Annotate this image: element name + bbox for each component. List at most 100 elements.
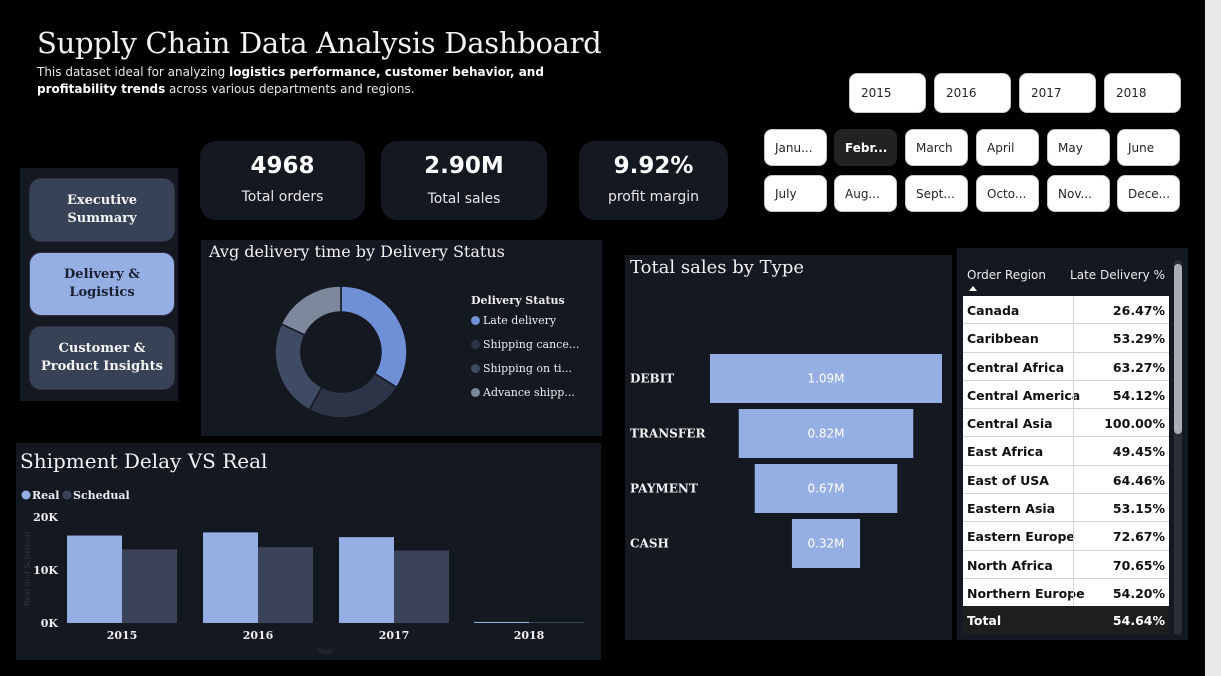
table-row[interactable]: Eastern Asia 53.15% xyxy=(963,494,1169,523)
year-filter-2018[interactable]: 2018 xyxy=(1104,73,1181,113)
cell-late-delivery-pct: 49.45% xyxy=(1112,444,1165,460)
kpi-value: 2.90M xyxy=(424,153,504,179)
page-navigation: Executive Summary Delivery & Logistics C… xyxy=(20,168,178,401)
total-label: Total xyxy=(967,613,1002,628)
funnel-category-label: TRANSFER xyxy=(630,427,707,441)
table-row[interactable]: Eastern Europe 72.67% xyxy=(963,522,1169,551)
column-divider xyxy=(1073,409,1074,437)
nav-executive-summary-button[interactable]: Executive Summary xyxy=(29,178,175,242)
table-scrollbar[interactable] xyxy=(1174,260,1182,635)
x-tick-label: 2018 xyxy=(514,629,545,642)
cell-order-region: East Africa xyxy=(967,444,1044,460)
bar-schedual-2016[interactable] xyxy=(258,547,313,623)
bar-schedual-2015[interactable] xyxy=(122,549,177,623)
bar-real-2017[interactable] xyxy=(339,537,394,623)
cell-order-region: North Africa xyxy=(967,557,1053,573)
funnel-value-label: 0.82M xyxy=(807,427,844,441)
cell-late-delivery-pct: 53.15% xyxy=(1112,501,1165,517)
month-filter-august[interactable]: Aug... xyxy=(834,175,897,212)
month-filter-november[interactable]: Nov... xyxy=(1047,175,1110,212)
year-filter-2017[interactable]: 2017 xyxy=(1019,73,1096,113)
month-filter-april[interactable]: April xyxy=(976,129,1039,166)
bar-real-2018[interactable] xyxy=(474,621,529,623)
table-total-row: Total 54.64% xyxy=(963,606,1169,634)
x-axis-label: Year xyxy=(317,647,336,656)
month-filter-june[interactable]: June xyxy=(1117,129,1180,166)
month-filter-january[interactable]: Janu... xyxy=(764,129,827,166)
legend-dot xyxy=(471,364,480,373)
page-title: Supply Chain Data Analysis Dashboard xyxy=(37,26,602,60)
donut-slice-3[interactable] xyxy=(274,322,323,411)
cell-order-region: Caribbean xyxy=(967,331,1039,347)
table-row[interactable]: Central America 54.12% xyxy=(963,380,1169,410)
table-header: Order Region Late Delivery % xyxy=(963,260,1169,296)
month-filter-september[interactable]: Sept... xyxy=(905,175,968,212)
bar-schedual-2017[interactable] xyxy=(394,550,449,623)
table-row[interactable]: Canada 26.47% xyxy=(963,296,1169,325)
table-row[interactable]: North Africa 70.65% xyxy=(963,550,1169,579)
x-tick-label: 2016 xyxy=(243,629,274,642)
month-filter-march[interactable]: March xyxy=(905,129,968,166)
table-row[interactable]: Central Africa 63.27% xyxy=(963,352,1169,381)
donut-slice-2[interactable] xyxy=(308,372,398,419)
cell-late-delivery-pct: 70.65% xyxy=(1112,557,1165,573)
cell-order-region: Canada xyxy=(967,303,1020,318)
table-row[interactable]: East Africa 49.45% xyxy=(963,437,1169,466)
legend-dot-schedual xyxy=(62,490,72,500)
cell-late-delivery-pct: 63.27% xyxy=(1112,359,1165,375)
legend-dot xyxy=(471,388,480,397)
kpi-label: Total orders xyxy=(241,189,324,205)
cell-order-region: Central America xyxy=(967,387,1081,403)
cell-late-delivery-pct: 54.20% xyxy=(1112,585,1165,601)
kpi-value: 9.92% xyxy=(613,153,694,179)
bar-real-2016[interactable] xyxy=(203,532,258,623)
y-tick-label: 20K xyxy=(33,511,58,524)
table-row[interactable]: Central Asia 100.00% xyxy=(963,409,1169,438)
column-header-late-delivery[interactable]: Late Delivery % xyxy=(1070,268,1165,282)
table-row[interactable]: Northern Europe 54.20% xyxy=(963,578,1169,608)
cell-late-delivery-pct: 100.00% xyxy=(1104,416,1165,432)
x-tick-label: 2015 xyxy=(107,629,138,642)
funnel-value-label: 0.32M xyxy=(807,537,844,551)
bar-schedual-2018[interactable] xyxy=(529,622,584,623)
donut-slice-1[interactable] xyxy=(340,285,408,389)
funnel-value-label: 0.67M xyxy=(807,482,844,496)
kpi-label: profit margin xyxy=(607,189,700,205)
column-header-order-region[interactable]: Order Region xyxy=(967,268,1046,282)
legend-late-delivery[interactable]: Late delivery xyxy=(471,314,556,327)
cell-order-region: Central Africa xyxy=(967,359,1065,375)
nav-delivery-logistics-button[interactable]: Delivery & Logistics xyxy=(29,252,175,316)
month-filter-july[interactable]: July xyxy=(764,175,827,212)
column-divider xyxy=(1073,550,1074,578)
legend-shipping-canceled[interactable]: Shipping cance... xyxy=(471,338,579,351)
cell-late-delivery-pct: 53.29% xyxy=(1112,331,1165,347)
donut-slice-4[interactable] xyxy=(280,285,342,336)
cell-order-region: Eastern Europe xyxy=(967,529,1075,545)
table-row[interactable]: East of USA 64.46% xyxy=(963,465,1169,495)
column-divider xyxy=(1073,494,1074,522)
table-row[interactable]: Caribbean 53.29% xyxy=(963,324,1169,353)
kpi-label: Total sales xyxy=(427,191,501,207)
legend-dot-real xyxy=(21,490,31,500)
month-filter-february[interactable]: Febr... xyxy=(834,129,897,166)
total-value: 54.64% xyxy=(1112,613,1165,628)
column-divider xyxy=(1073,380,1074,409)
year-filter-2015[interactable]: 2015 xyxy=(849,73,926,113)
table-body: Canada 26.47% Caribbean 53.29% Central Afric… xyxy=(963,296,1169,608)
column-divider xyxy=(1073,296,1074,324)
month-filter-may[interactable]: May xyxy=(1047,129,1110,166)
legend-advance-shipping[interactable]: Advance shipp... xyxy=(471,386,575,399)
shipment-delay-card: Shipment Delay VS Real Real Schedual 0K 10K… xyxy=(16,443,601,660)
bar-real-2015[interactable] xyxy=(67,535,122,623)
month-filter-december[interactable]: Dece... xyxy=(1117,175,1180,212)
kpi-value: 4968 xyxy=(250,153,315,179)
legend-label-real: Real xyxy=(32,489,59,502)
year-filter-2016[interactable]: 2016 xyxy=(934,73,1011,113)
legend-shipping-on-time[interactable]: Shipping on ti... xyxy=(471,362,572,375)
cell-order-region: Central Asia xyxy=(967,416,1053,432)
month-filter-october[interactable]: Octo... xyxy=(976,175,1039,212)
cell-late-delivery-pct: 64.46% xyxy=(1112,472,1165,488)
column-divider xyxy=(1073,437,1074,465)
scrollbar-thumb[interactable] xyxy=(1174,264,1182,434)
nav-customer-product-button[interactable]: Customer & Product Insights xyxy=(29,326,175,390)
